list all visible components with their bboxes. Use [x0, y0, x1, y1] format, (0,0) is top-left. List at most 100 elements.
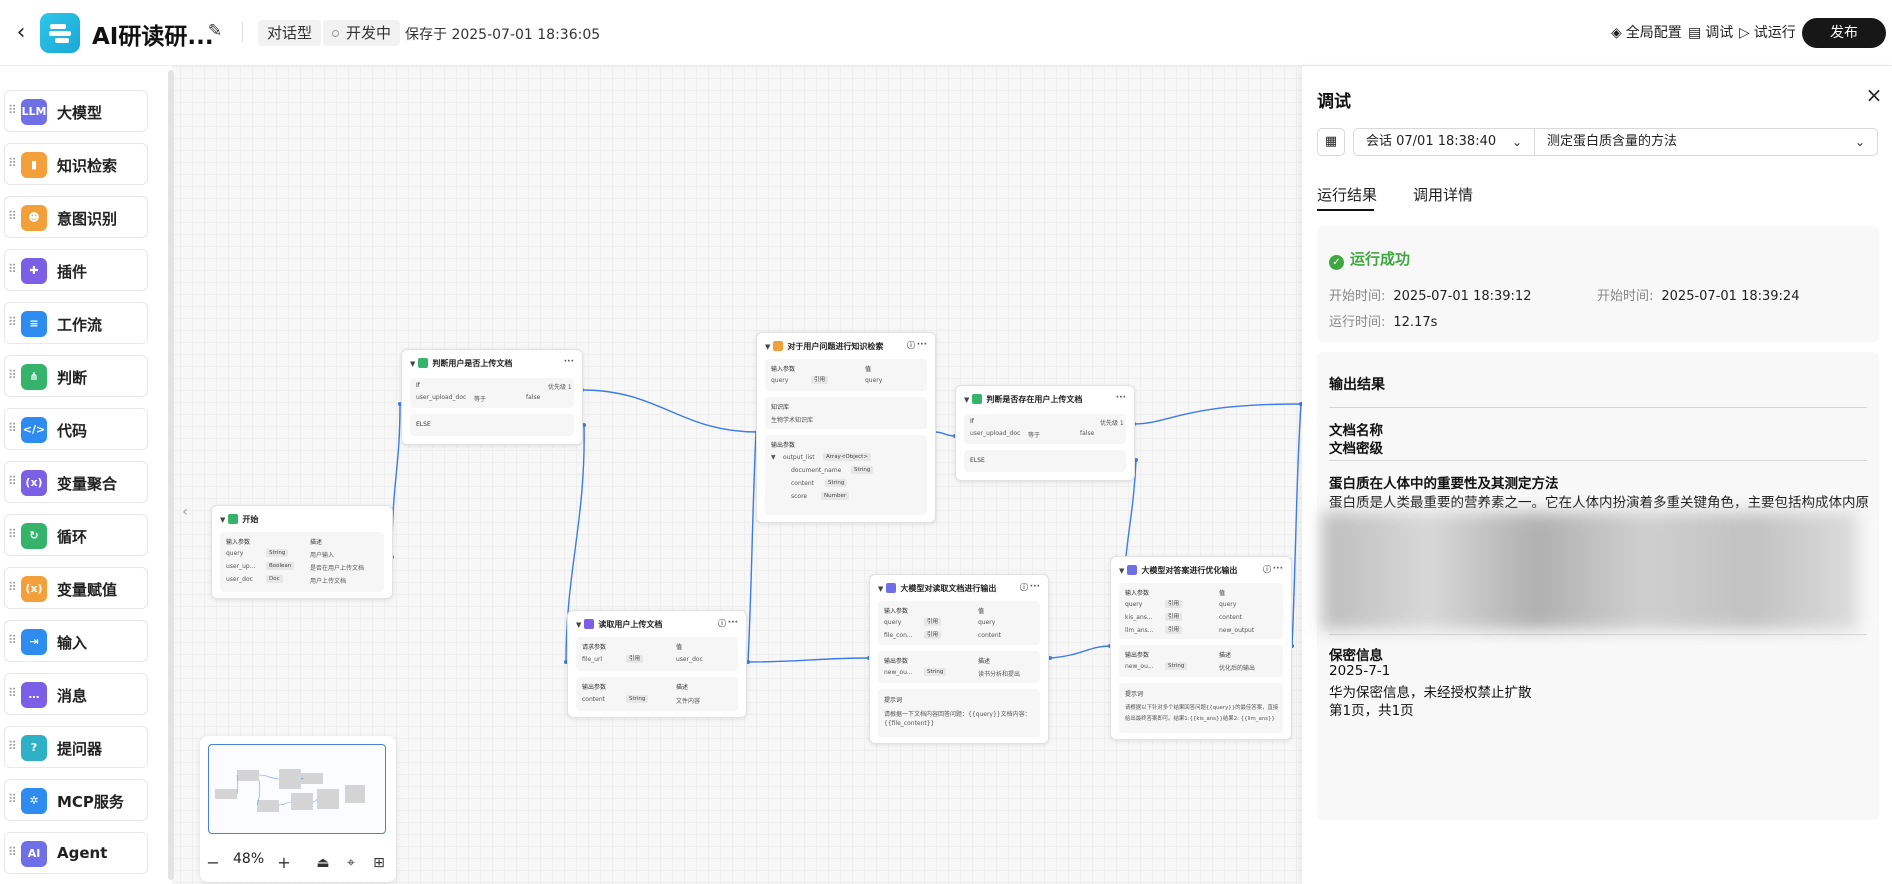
more-icon[interactable]: ···	[728, 618, 738, 628]
palette-item[interactable]: ⠿ ☻ 意图识别	[4, 196, 148, 238]
minimap-viewport[interactable]	[208, 744, 386, 834]
check-circle-icon: ✓	[1329, 255, 1344, 270]
fit-view-icon[interactable]: ⏏	[312, 852, 334, 874]
node-read-doc[interactable]: ▼ 读取用户上传文档 ⓘ ··· 请求参数 值 file_url 引用 user_do…	[567, 610, 747, 718]
node-start[interactable]: ▼ 开始 输入参数 描述 query String 用户输入 user_up...…	[211, 505, 393, 599]
palette-item[interactable]: ⠿ AI Agent	[4, 832, 148, 874]
palette-item[interactable]: ⠿ ≡ 工作流	[4, 302, 148, 344]
drag-handle-icon[interactable]: ⠿	[8, 315, 17, 329]
palette-item[interactable]: ⠿ ✚ 插件	[4, 249, 148, 291]
info-icon[interactable]: ⓘ	[1020, 582, 1028, 593]
back-icon[interactable]: ‹	[8, 20, 34, 46]
node-knowledge-retrieve[interactable]: ▼ 对于用户问题进行知识检索 ⓘ ··· 输入参数 值 query 引用 query …	[756, 332, 936, 523]
secret-notice: 华为保密信息，未经授权禁止扩散	[1329, 685, 1532, 701]
drag-handle-icon[interactable]: ⠿	[8, 156, 17, 170]
collapse-palette-icon[interactable]: ‹	[178, 492, 192, 532]
palette-item[interactable]: ⠿ ↻ 循环	[4, 514, 148, 556]
question-select[interactable]: 测定蛋白质含量的方法 ⌄	[1535, 128, 1878, 156]
session-value: 会话 07/01 18:38:40	[1366, 134, 1497, 149]
palette-item[interactable]: ⠿ ✲ MCP服务	[4, 779, 148, 821]
more-icon[interactable]: ···	[1030, 582, 1040, 592]
drag-handle-icon[interactable]: ⠿	[8, 686, 17, 700]
request-params-section: 请求参数 值 file_url 引用 user_doc	[576, 637, 738, 671]
tab-run-result[interactable]: 运行结果	[1317, 184, 1377, 205]
publish-button[interactable]: 发布	[1802, 18, 1886, 48]
test-run-button[interactable]: ▷ 试运行	[1739, 22, 1796, 42]
zoom-in-button[interactable]: +	[273, 852, 295, 874]
debug-button[interactable]: ▤ 调试	[1688, 22, 1733, 42]
palette-item-label: 插件	[57, 263, 88, 281]
param-value: content	[978, 632, 1001, 639]
drag-handle-icon[interactable]: ⠿	[8, 580, 17, 594]
drag-handle-icon[interactable]: ⠿	[8, 739, 17, 753]
article-title: 蛋白质在人体中的重要性及其测定方法	[1329, 476, 1559, 492]
palette-item[interactable]: ⠿ (x) 变量聚合	[4, 461, 148, 503]
end-time-label: 开始时间:	[1597, 289, 1654, 304]
run-time-label: 运行时间:	[1329, 315, 1386, 330]
palette-item[interactable]: ⠿ ▮ 知识检索	[4, 143, 148, 185]
more-icon[interactable]: ···	[564, 357, 574, 367]
locate-icon[interactable]: ⌖	[340, 852, 362, 874]
info-icon[interactable]: ⓘ	[907, 340, 915, 351]
info-icon[interactable]: ⓘ	[718, 618, 726, 629]
palette-item-label: 消息	[57, 687, 88, 705]
workflow-icon: ≡	[21, 311, 47, 337]
more-icon[interactable]: ···	[1116, 393, 1126, 403]
palette-item[interactable]: ⠿? 提问器	[4, 726, 148, 768]
col-header: 输入参数	[884, 608, 909, 615]
branch-icon	[418, 358, 429, 368]
drag-handle-icon[interactable]: ⠿	[8, 209, 17, 223]
run-time: 运行时间: 12.17s	[1329, 311, 1437, 330]
drag-handle-icon[interactable]: ⠿	[8, 368, 17, 382]
condition-op: 等于	[1028, 432, 1041, 439]
palette-item-label: 变量赋值	[57, 581, 118, 599]
global-config-button[interactable]: ◈ 全局配置	[1611, 22, 1682, 42]
close-icon[interactable]: ×	[1863, 84, 1885, 106]
palette-item[interactable]: ⠿ LLM 大模型	[4, 90, 148, 132]
node-judge-upload[interactable]: ▼ 判断用户是否上传文档 ··· If 优先级 1 user_upload_doc …	[401, 349, 583, 445]
article-text: 蛋白质是人类最重要的营养素之一。它在人体内扮演着多重关键角色，主要包括构成体内原…	[1329, 495, 1869, 511]
drag-handle-icon[interactable]: ⠿	[8, 103, 17, 117]
palette-item[interactable]: ⠿ ⋔ 判断	[4, 355, 148, 397]
expand-icon[interactable]: ▼	[771, 454, 776, 461]
palette-item[interactable]: ⠿ (x) 变量赋值	[4, 567, 148, 609]
col-header: 输入参数	[1125, 590, 1150, 597]
node-judge-doc-exists[interactable]: ▼ 判断是否存在用户上传文档 ··· If 优先级 1 user_upload_do…	[955, 385, 1135, 481]
zoom-level: 48%	[233, 851, 265, 867]
palette-scrollbar[interactable]	[168, 70, 174, 880]
llm-icon	[1127, 565, 1138, 575]
calendar-icon[interactable]: ▦	[1317, 128, 1345, 156]
more-icon[interactable]: ···	[917, 340, 927, 350]
drag-handle-icon[interactable]: ⠿	[8, 633, 17, 647]
node-llm-read-output[interactable]: ▼ 大模型对读取文档进行输出 ⓘ ··· 输入参数 值 query 引用 query …	[869, 574, 1049, 744]
session-select[interactable]: 会话 07/01 18:38:40 ⌄	[1353, 128, 1535, 156]
zoom-out-button[interactable]: −	[202, 852, 224, 874]
node-title: 判断用户是否上传文档	[432, 359, 513, 368]
drag-handle-icon[interactable]: ⠿	[8, 845, 17, 859]
drag-handle-icon[interactable]: ⠿	[8, 792, 17, 806]
param-value: query	[1219, 601, 1237, 608]
drag-handle-icon[interactable]: ⠿	[8, 527, 17, 541]
palette-item[interactable]: ⠿ … 消息	[4, 673, 148, 715]
minimap[interactable]	[200, 736, 396, 882]
layout-icon[interactable]: ⊞	[368, 852, 390, 874]
prompt-text: 请根据以下针对多个结果回答问题{{query}}的最佳答案，直接	[1125, 705, 1279, 711]
param-name: user_doc	[226, 576, 253, 583]
param-type: 引用	[811, 376, 829, 384]
palette-item[interactable]: ⠿ </> 代码	[4, 408, 148, 450]
condition-var: user_upload_doc	[970, 430, 1021, 437]
col-header: 请求参数	[582, 644, 607, 651]
drag-handle-icon[interactable]: ⠿	[8, 262, 17, 276]
edit-icon[interactable]: ✎	[204, 21, 226, 43]
param-value: user_doc	[676, 656, 703, 663]
node-header: ▼ 大模型对读取文档进行输出 ⓘ ···	[878, 582, 1040, 593]
info-icon[interactable]: ⓘ	[1263, 564, 1271, 575]
prompt-label: 提示词	[1125, 691, 1144, 698]
drag-handle-icon[interactable]: ⠿	[8, 421, 17, 435]
node-header: ▼ 大模型对答案进行优化输出 ⓘ ···	[1119, 564, 1283, 575]
drag-handle-icon[interactable]: ⠿	[8, 474, 17, 488]
tab-call-details[interactable]: 调用详情	[1413, 184, 1473, 205]
more-icon[interactable]: ···	[1273, 564, 1283, 574]
palette-item[interactable]: ⠿ ⇥ 输入	[4, 620, 148, 662]
node-llm-optimize-output[interactable]: ▼ 大模型对答案进行优化输出 ⓘ ··· 输入参数 值 query 引用 query …	[1110, 556, 1292, 740]
